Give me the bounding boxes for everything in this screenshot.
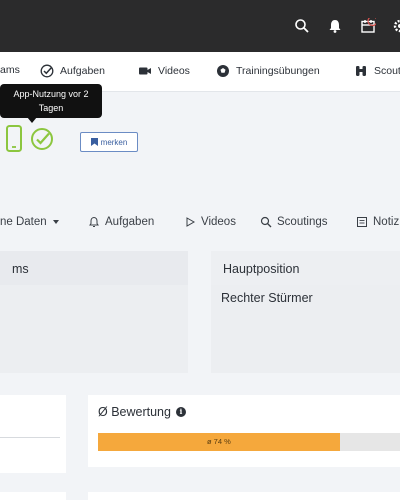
caret-down-icon (52, 220, 59, 224)
nav-item-label: ams (0, 64, 20, 76)
search-icon[interactable] (294, 18, 310, 34)
rating-card: Ø Bewertung i ø 74 % (88, 395, 400, 467)
check-circle-icon (40, 64, 54, 78)
card-header: Hauptposition (211, 251, 400, 285)
nav-item-label: Trainingsübungen (236, 65, 320, 77)
info-icon[interactable]: i (175, 407, 186, 417)
merken-label: merken (100, 137, 128, 147)
teams-card: ms (0, 251, 188, 373)
play-icon (184, 216, 196, 228)
bookmark-icon (90, 138, 98, 146)
nav-item-teams[interactable]: ams (0, 64, 20, 76)
tab-scoutings[interactable]: Scoutings (260, 216, 328, 228)
gear-icon[interactable] (392, 18, 400, 34)
card-body (0, 285, 188, 373)
rating-progress-fill: ø 74 % (98, 433, 340, 451)
tab-label: Notiz (373, 216, 400, 228)
bell-icon (88, 216, 100, 228)
note-icon (356, 216, 368, 228)
merken-button[interactable]: merken (80, 132, 138, 152)
nav-item-videos[interactable]: Videos (138, 64, 190, 78)
binoculars-icon (354, 64, 368, 78)
rating-progress-bar: ø 74 % (98, 433, 400, 451)
tooltip-line-1: App-Nutzung vor 2 (13, 89, 89, 99)
nav-item-label: Videos (158, 65, 190, 77)
bottom-card-right (88, 492, 400, 500)
tooltip-line-2: Tagen (38, 103, 64, 113)
tab-label: Scoutings (277, 216, 328, 228)
tab-label: ne Daten (0, 216, 47, 228)
calendar-icon[interactable] (360, 18, 376, 34)
card-header: ms (0, 251, 188, 285)
card-title: ms (12, 262, 29, 276)
check-circle-icon[interactable] (30, 127, 54, 151)
card-body: Rechter Stürmer (211, 285, 400, 373)
left-stat-card (0, 395, 66, 473)
card-title: Hauptposition (223, 262, 300, 276)
rating-title: Ø Bewertung i (98, 405, 186, 419)
rating-title-text: Ø Bewertung (98, 405, 171, 419)
bottom-card-left (0, 492, 66, 500)
tab-daten[interactable]: ne Daten (0, 216, 59, 228)
position-value: Rechter Stürmer (221, 291, 313, 305)
tab-aufgaben[interactable]: Aufgaben (88, 216, 154, 228)
profile-tabs: ne Daten Aufgaben Videos Scoutings Notiz (0, 212, 400, 236)
position-card: Hauptposition Rechter Stürmer (211, 251, 400, 373)
nav-item-label: Scout (374, 65, 400, 77)
search-icon (260, 216, 272, 228)
tab-label: Aufgaben (105, 216, 155, 228)
nav-item-trainingsuebungen[interactable]: Trainingsübungen (216, 64, 320, 78)
tab-label: Videos (201, 216, 236, 228)
divider (0, 437, 60, 438)
app-usage-tooltip: App-Nutzung vor 2 Tagen (0, 84, 102, 123)
nav-item-aufgaben[interactable]: Aufgaben (40, 64, 105, 78)
nav-item-label: Aufgaben (60, 65, 105, 77)
bell-icon[interactable] (327, 18, 343, 34)
top-bar (0, 0, 400, 52)
tab-videos[interactable]: Videos (184, 216, 236, 228)
tab-notizen[interactable]: Notiz (356, 216, 399, 228)
soccer-ball-icon (216, 64, 230, 78)
rating-percent-label: ø 74 % (207, 437, 231, 446)
smartphone-icon[interactable] (6, 125, 22, 152)
nav-item-scouting[interactable]: Scout (354, 64, 400, 78)
tooltip-arrow (27, 117, 37, 123)
video-camera-icon (138, 64, 152, 78)
